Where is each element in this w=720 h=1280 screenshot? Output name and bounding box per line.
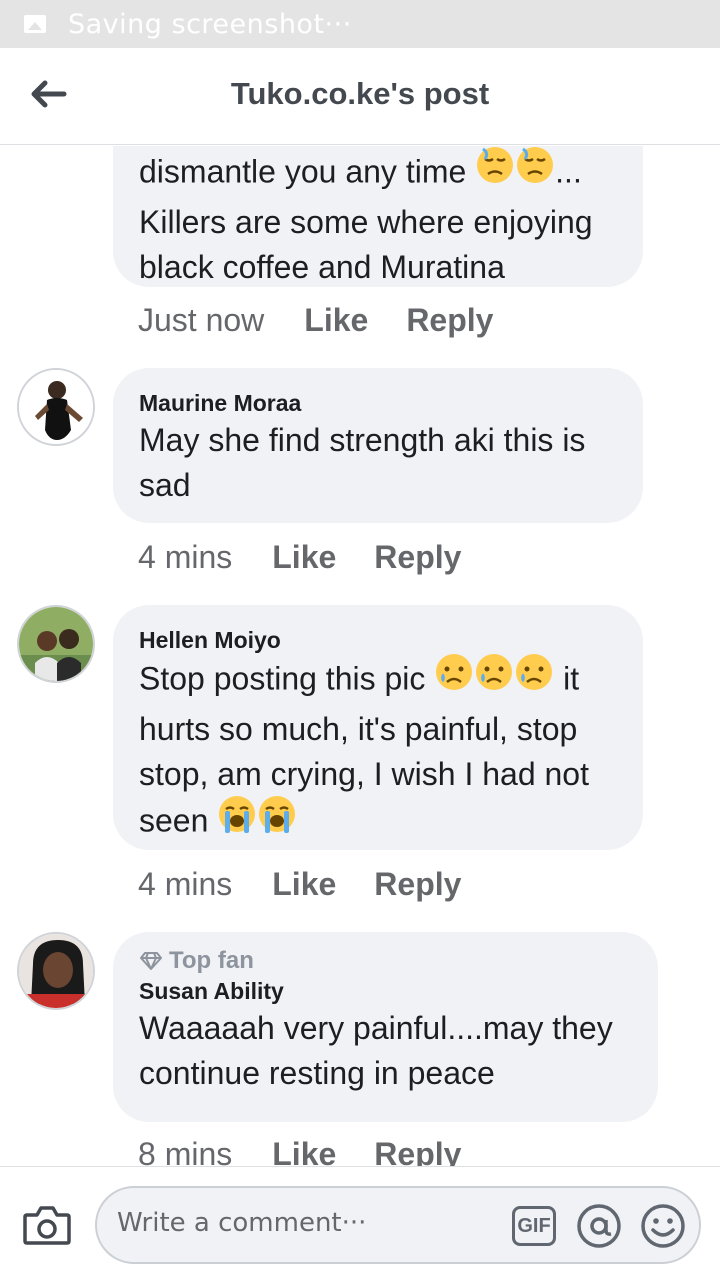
sad-sweat-face-icon xyxy=(515,146,555,197)
page-title: Tuko.co.ke's post xyxy=(230,76,490,111)
comment-text: Waaaaah very painful....may they continu… xyxy=(139,1010,613,1091)
status-text: Saving screenshot··· xyxy=(68,8,352,40)
loudly-crying-face-icon xyxy=(257,794,297,846)
status-bar: Saving screenshot··· xyxy=(0,0,720,48)
sad-tear-face-icon xyxy=(514,652,554,704)
comment-actions: 4 mins Like Reply xyxy=(138,539,499,576)
diamond-icon xyxy=(140,952,162,970)
comment-bubble: Top fan Susan Ability Waaaaah very painf… xyxy=(113,932,658,1122)
comment-actions: 8 mins Like Reply xyxy=(138,1136,499,1166)
comment-list[interactable]: dismantle you any time ... Killers are s… xyxy=(0,146,720,1166)
top-fan-badge: Top fan xyxy=(139,946,632,976)
camera-button[interactable] xyxy=(22,1203,72,1249)
like-button[interactable]: Like xyxy=(304,302,368,339)
sad-tear-face-icon xyxy=(434,652,474,704)
comment-time: 8 mins xyxy=(138,1136,233,1166)
comment-text: Stop posting this pic it hurts so much, … xyxy=(139,652,617,849)
smiley-icon xyxy=(641,1204,685,1248)
loudly-crying-face-icon xyxy=(217,794,257,846)
comment-bubble: Maurine Moraa May she find strength aki … xyxy=(113,368,643,523)
comment-placeholder: Write a comment··· xyxy=(117,1208,367,1238)
comment-time: 4 mins xyxy=(138,866,233,902)
reply-button[interactable]: Reply xyxy=(374,539,461,576)
like-button[interactable]: Like xyxy=(272,539,336,576)
comment-bubble: dismantle you any time ... Killers are s… xyxy=(113,146,643,287)
comment-actions: Just now Like Reply xyxy=(138,302,531,339)
like-button[interactable]: Like xyxy=(272,866,336,903)
comment-time: 4 mins xyxy=(138,539,233,575)
like-button[interactable]: Like xyxy=(272,1136,336,1166)
avatar[interactable] xyxy=(17,605,95,683)
header: Tuko.co.ke's post xyxy=(0,48,720,145)
sad-sweat-face-icon xyxy=(475,146,515,197)
reply-button[interactable]: Reply xyxy=(374,866,461,903)
emoji-button[interactable] xyxy=(639,1202,687,1250)
mention-button[interactable] xyxy=(575,1202,623,1250)
comment-composer: Write a comment··· GIF xyxy=(0,1166,720,1280)
camera-icon xyxy=(23,1206,71,1245)
comment-text: May she find strength aki this is sad xyxy=(139,422,586,503)
reply-button[interactable]: Reply xyxy=(374,1136,461,1166)
comment-input[interactable]: Write a comment··· GIF xyxy=(95,1186,701,1264)
comment-author[interactable]: Hellen Moiyo xyxy=(139,625,617,655)
gif-button[interactable]: GIF xyxy=(512,1206,556,1246)
comment-author[interactable]: Maurine Moraa xyxy=(139,388,617,418)
comment-actions: 4 mins Like Reply xyxy=(138,866,499,903)
comment-bubble: Hellen Moiyo Stop posting this pic it hu… xyxy=(113,605,643,850)
avatar[interactable] xyxy=(17,368,95,446)
sad-tear-face-icon xyxy=(474,652,514,704)
reply-button[interactable]: Reply xyxy=(406,302,493,339)
comment-time: Just now xyxy=(138,302,265,338)
avatar[interactable] xyxy=(17,932,95,1010)
image-icon xyxy=(24,15,46,33)
comment-text: dismantle you any time ... Killers are s… xyxy=(139,146,617,290)
at-sign-icon xyxy=(577,1204,621,1248)
comment-author[interactable]: Susan Ability xyxy=(139,976,632,1006)
